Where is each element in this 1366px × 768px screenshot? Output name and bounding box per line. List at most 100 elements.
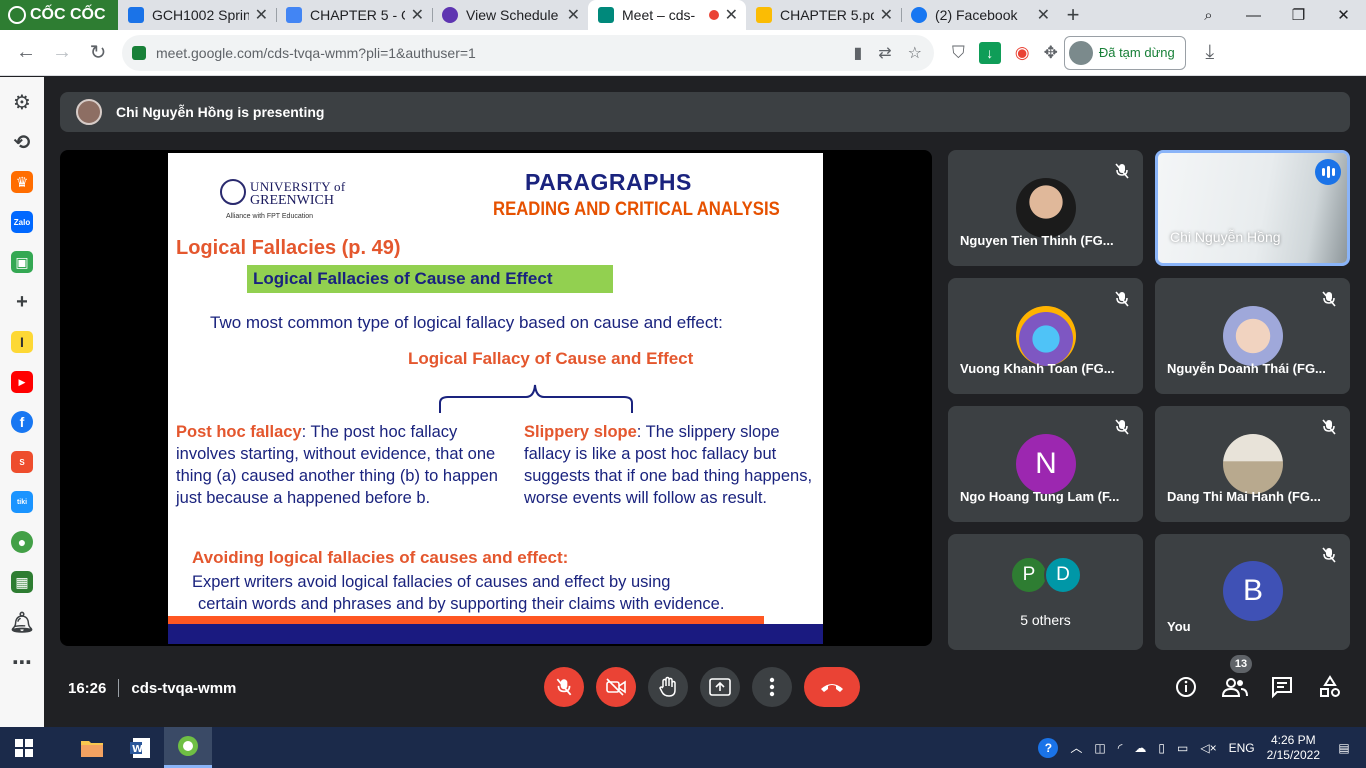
shield-icon[interactable]: ⛉ [952, 43, 965, 63]
tab-meet[interactable]: Meet – cds- ✕ [588, 0, 746, 30]
meeting-details-button[interactable] [1174, 675, 1198, 699]
onedrive-icon[interactable]: ☁ [1134, 741, 1146, 755]
sheet-icon[interactable]: ▦ [11, 571, 33, 593]
start-button[interactable] [0, 727, 48, 768]
tab-view-schedule[interactable]: View Schedule ✕ [432, 0, 588, 30]
participant-tile[interactable]: Nguyen Tien Thinh (FG... [948, 150, 1143, 266]
tab-title: (2) Facebook [935, 7, 1018, 23]
presentation-slide: UNIVERSITY of GREENWICH Alliance with FP… [168, 153, 823, 644]
downloads-button[interactable]: ⤓ [1192, 35, 1228, 71]
docs-favicon-icon [286, 7, 302, 23]
browser-toolbar: ← → ↻ meet.google.com/cds-tvqa-wmm?pli=1… [0, 30, 1366, 76]
center-heading: Logical Fallacy of Cause and Effect [408, 349, 694, 368]
slippery-slope-paragraph: Slippery slope: The slippery slope falla… [524, 421, 824, 509]
close-tab-icon[interactable]: ✕ [567, 5, 580, 25]
mic-off-icon [1322, 419, 1336, 435]
site-secure-icon[interactable] [132, 45, 146, 60]
battery-icon[interactable]: ▭ [1177, 741, 1188, 755]
participant-avatar [1016, 306, 1076, 366]
address-bar[interactable]: meet.google.com/cds-tvqa-wmm?pli=1&authu… [122, 34, 934, 71]
chat-button[interactable] [1270, 675, 1294, 699]
bookmark-star-icon[interactable]: ☆ [908, 43, 922, 63]
facebook-icon[interactable]: f [11, 411, 33, 433]
toggle-mic-button[interactable] [544, 667, 584, 707]
wifi-icon[interactable]: ◜ [1118, 741, 1123, 755]
tab-chapter5-pdf[interactable]: CHAPTER 5.pdf ✕ [746, 0, 901, 30]
participant-tile[interactable]: N Ngo Hoang Tung Lam (F... [948, 406, 1143, 522]
leave-call-button[interactable] [804, 667, 860, 707]
minimize-button[interactable]: — [1231, 7, 1276, 24]
profile-button[interactable]: Đã tạm dừng [1063, 35, 1186, 70]
extensions-puzzle-icon[interactable]: ✥ [1044, 43, 1058, 63]
volume-icon[interactable]: ◁× [1200, 741, 1216, 755]
map-pin-icon[interactable]: ● [11, 531, 33, 553]
tab-facebook[interactable]: (2) Facebook ✕ [901, 0, 1058, 30]
taskbar-clock[interactable]: 4:26 PM 2/15/2022 [1267, 733, 1320, 763]
microphone-icon[interactable]: ▯ [1158, 741, 1165, 755]
tab-chapter5-docs[interactable]: CHAPTER 5 - Go ✕ [276, 0, 432, 30]
tab-search-icon[interactable]: ⌕ [1186, 7, 1231, 24]
notifications-icon[interactable]: ▤ [1332, 736, 1356, 760]
shopee-icon[interactable]: S [11, 451, 33, 473]
participant-tile[interactable]: Nguyễn Doanh Thái (FG... [1155, 278, 1350, 394]
camera-indicator-icon[interactable]: ▮ [853, 43, 862, 63]
tab-gch1002[interactable]: GCH1002 Spring ✕ [118, 0, 276, 30]
participant-avatar: D [1044, 556, 1082, 594]
activities-button[interactable] [1318, 675, 1342, 699]
youtube-icon[interactable]: ▶ [11, 371, 33, 393]
extension-icon[interactable]: ◉ [1015, 43, 1030, 63]
settings-icon[interactable]: ⚙ [11, 91, 33, 114]
translate-icon[interactable]: ⇄ [878, 43, 891, 63]
game-icon[interactable]: ▣ [11, 251, 33, 273]
input-language[interactable]: ENG [1229, 741, 1255, 755]
file-explorer-button[interactable] [68, 727, 116, 768]
participant-avatar: P [1010, 556, 1048, 594]
meet-now-icon[interactable]: ◫ [1094, 741, 1105, 755]
slippery-slope-term: Slippery slope [524, 423, 637, 441]
back-button[interactable]: ← [8, 35, 44, 71]
crown-icon[interactable]: ♛ [11, 171, 33, 193]
zalo-icon[interactable]: Zalo [11, 211, 33, 233]
add-icon[interactable]: + [11, 291, 33, 313]
coccoc-taskbar-button[interactable] [164, 727, 212, 768]
present-screen-button[interactable] [700, 667, 740, 707]
others-tile[interactable]: P D 5 others [948, 534, 1143, 650]
close-tab-icon[interactable]: ✕ [255, 5, 268, 25]
coccoc-menu-button[interactable]: CỐC CỐC [0, 0, 118, 30]
restore-button[interactable]: ❐ [1276, 6, 1321, 24]
word-button[interactable]: W [116, 727, 164, 768]
forward-button[interactable]: → [44, 35, 80, 71]
history-icon[interactable]: ⟲ [11, 131, 33, 154]
new-tab-button[interactable]: + [1058, 0, 1088, 30]
profile-status: Đã tạm dừng [1098, 45, 1175, 60]
show-hidden-icons[interactable]: ︿ [1070, 739, 1082, 756]
hang-up-icon [821, 684, 843, 692]
tiki-icon[interactable]: tiki [11, 491, 33, 513]
close-tab-icon[interactable]: ✕ [411, 5, 424, 25]
clock-time: 4:26 PM [1270, 732, 1316, 747]
close-tab-icon[interactable]: ✕ [1037, 5, 1050, 25]
close-tab-icon[interactable]: ✕ [725, 5, 738, 25]
help-icon[interactable]: ? [1038, 737, 1059, 758]
participant-name: Chi Nguyễn Hồng [1170, 229, 1281, 245]
coccoc-icon [178, 736, 198, 756]
download-icon[interactable]: ↓ [978, 41, 1001, 64]
highlight-box: Logical Fallacies of Cause and Effect [247, 265, 613, 293]
tab-favicon-icon [128, 7, 144, 23]
more-icon[interactable]: ⋯ [11, 651, 33, 674]
participant-tile-presenter[interactable]: Chi Nguyễn Hồng [1155, 150, 1350, 266]
close-tab-icon[interactable]: ✕ [880, 5, 893, 25]
close-window-button[interactable]: ✕ [1321, 6, 1366, 24]
bell-icon[interactable]: 🔔︎ [9, 611, 34, 634]
reload-button[interactable]: ↻ [80, 35, 116, 71]
facebook-favicon-icon [911, 7, 927, 23]
raise-hand-button[interactable] [648, 667, 688, 707]
toggle-camera-button[interactable] [596, 667, 636, 707]
participant-tile[interactable]: Vuong Khanh Toan (FG... [948, 278, 1143, 394]
participant-tile[interactable]: Dang Thi Mai Hanh (FG... [1155, 406, 1350, 522]
note-icon[interactable]: I [11, 331, 33, 353]
self-tile[interactable]: B You [1155, 534, 1350, 650]
presenting-text: Chi Nguyễn Hồng is presenting [116, 104, 325, 120]
more-options-button[interactable] [752, 667, 792, 707]
people-button[interactable]: 13 [1221, 655, 1252, 699]
